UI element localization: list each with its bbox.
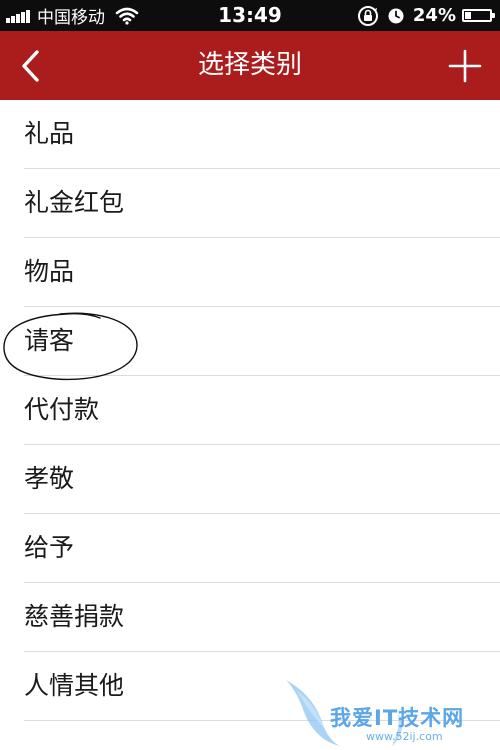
- category-label: 慈善捐款: [24, 602, 125, 631]
- category-label: 人情其他: [24, 671, 125, 700]
- add-category-button[interactable]: [444, 45, 486, 87]
- category-label: 请客: [24, 326, 75, 355]
- alarm-clock-icon: [388, 8, 404, 23]
- nav-bar: 选择类别: [0, 31, 500, 100]
- category-item-filial[interactable]: 孝敬: [0, 445, 500, 514]
- watermark-url: www.52ij.com: [366, 730, 443, 743]
- plus-icon: [448, 49, 482, 83]
- category-item-treat[interactable]: 请客: [0, 307, 500, 376]
- category-item-other[interactable]: 人情其他: [0, 652, 500, 721]
- category-item-give[interactable]: 给予: [0, 514, 500, 583]
- category-item-gift[interactable]: 礼品: [0, 100, 500, 169]
- battery-icon: [462, 9, 495, 22]
- category-item-cash-gift[interactable]: 礼金红包: [0, 169, 500, 238]
- category-label: 给予: [24, 533, 75, 562]
- category-label: 孝敬: [24, 464, 75, 493]
- chevron-left-icon: [22, 50, 39, 82]
- category-item-payment-on-behalf[interactable]: 代付款: [0, 376, 500, 445]
- category-label: 礼金红包: [24, 188, 125, 217]
- battery-percent: 24%: [412, 5, 456, 26]
- category-label: 物品: [24, 257, 75, 286]
- page-title: 选择类别: [197, 50, 302, 80]
- back-button[interactable]: [10, 45, 50, 87]
- category-item-charity[interactable]: 慈善捐款: [0, 583, 500, 652]
- category-item-goods[interactable]: 物品: [0, 238, 500, 307]
- category-label: 礼品: [24, 119, 75, 148]
- category-list: 礼品 礼金红包 物品 请客 代付款 孝敬 给予 慈善捐款 人情其他: [0, 100, 500, 721]
- status-bar: 中国移动 13:49 24%: [0, 0, 500, 31]
- status-right: 24%: [357, 0, 495, 31]
- rotation-lock-icon: [357, 5, 378, 26]
- category-label: 代付款: [24, 395, 100, 424]
